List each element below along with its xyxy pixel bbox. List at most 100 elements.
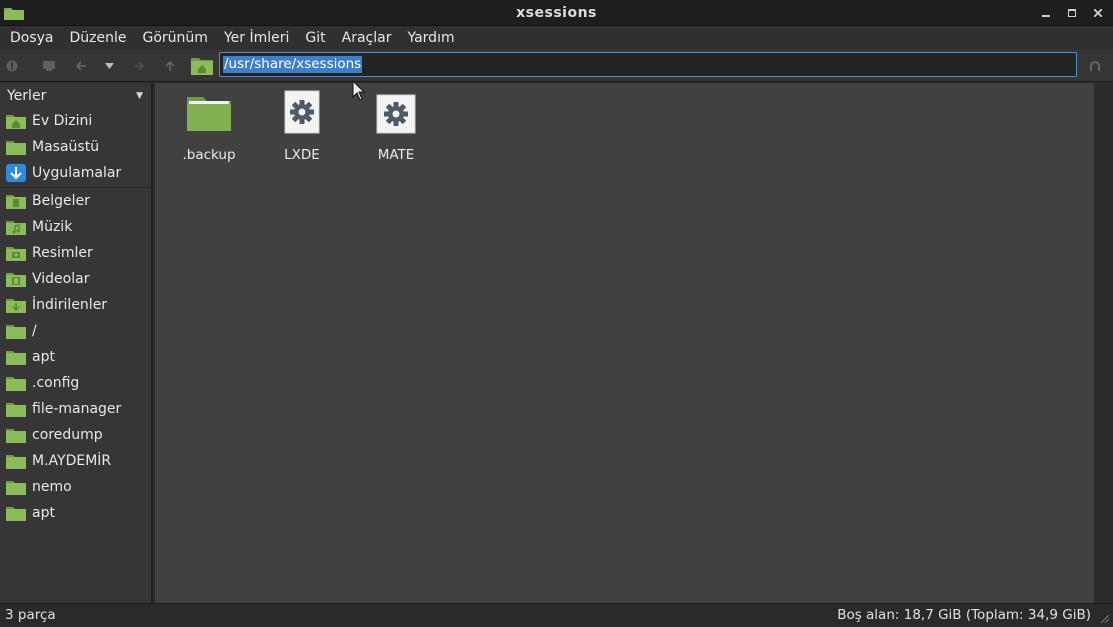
history-dropdown-button[interactable] — [100, 57, 118, 75]
sidebar-item-downloads[interactable]: İndirilenler — [0, 292, 151, 318]
sidebar-item-label: apt — [32, 349, 55, 365]
desktop-folder-icon — [6, 141, 26, 155]
folder-icon — [6, 377, 26, 391]
sidebar-places-dropdown[interactable]: Yerler ▼ — [0, 83, 151, 109]
sidebar-item-home[interactable]: Ev Dizini — [0, 108, 151, 134]
menu-duzenle[interactable]: Düzenle — [62, 26, 135, 50]
applications-icon — [6, 164, 26, 182]
sidebar-item-label: Videolar — [32, 271, 90, 287]
sidebar-item-applications[interactable]: Uygulamalar — [0, 160, 151, 186]
chevron-down-icon — [104, 63, 114, 69]
gear-file-icon — [376, 94, 416, 134]
resize-grip-icon[interactable] — [1100, 614, 1110, 624]
folder-icon — [187, 97, 231, 131]
stop-button[interactable] — [3, 57, 21, 75]
file-label: MATE — [377, 147, 415, 163]
sidebar-item-label: İndirilenler — [32, 297, 108, 313]
videos-folder-icon — [6, 273, 26, 287]
sidebar-item-pictures[interactable]: Resimler — [0, 240, 151, 266]
sidebar-item-coredump[interactable]: coredump — [0, 422, 151, 448]
sidebar-item-documents[interactable]: Belgeler — [0, 188, 151, 214]
menu-yardim[interactable]: Yardım — [399, 26, 462, 50]
computer-button[interactable] — [40, 57, 58, 75]
forward-button[interactable] — [130, 57, 148, 75]
arrow-up-icon — [165, 60, 175, 71]
folder-icon — [6, 351, 26, 365]
sidebar-item-config[interactable]: .config — [0, 370, 151, 396]
title-bar: xsessions — [0, 0, 1113, 26]
up-button[interactable] — [161, 57, 179, 75]
menu-araclar[interactable]: Araçlar — [334, 26, 400, 50]
pictures-folder-icon — [6, 247, 26, 261]
sidebar-item-label: nemo — [32, 479, 72, 495]
folder-icon — [6, 481, 26, 495]
sidebar-item-label: / — [32, 323, 37, 339]
sidebar-item-label: Resimler — [32, 245, 93, 261]
home-folder-icon — [6, 115, 26, 129]
home-folder-icon — [191, 58, 213, 75]
sidebar-item-label: Uygulamalar — [32, 165, 122, 181]
item-count: 3 parça — [5, 607, 56, 623]
toggle-path-button[interactable] — [1086, 57, 1104, 75]
mouse-cursor-icon — [352, 80, 366, 101]
file-label: .backup — [182, 147, 236, 163]
location-text: /usr/share/xsessions — [223, 56, 363, 73]
documents-folder-icon — [6, 195, 26, 209]
arrow-left-icon — [75, 61, 86, 71]
sidebar: Yerler ▼ Ev Dizini Masaüstü Uygulamalar … — [0, 83, 153, 603]
arrow-right-icon — [134, 61, 145, 71]
vertical-scrollbar[interactable] — [1094, 83, 1113, 603]
sidebar-item-label: Ev Dizini — [32, 113, 93, 129]
file-item-backup[interactable]: .backup — [164, 91, 254, 171]
window-title: xsessions — [516, 5, 597, 21]
close-icon — [1094, 9, 1102, 17]
sidebar-item-music[interactable]: Müzik — [0, 214, 151, 240]
back-button[interactable] — [72, 57, 90, 75]
sidebar-item-label: Masaüstü — [32, 139, 100, 155]
sidebar-item-label: file-manager — [32, 401, 122, 417]
folder-icon — [6, 325, 26, 339]
gear-file-icon — [284, 90, 320, 134]
sidebar-item-label: apt — [32, 505, 55, 521]
menu-git[interactable]: Git — [297, 26, 333, 50]
maximize-button[interactable] — [1063, 5, 1081, 21]
menu-gorunum[interactable]: Görünüm — [135, 26, 216, 50]
menu-yer-imleri[interactable]: Yer İmleri — [216, 26, 297, 50]
computer-icon — [43, 61, 55, 71]
sidebar-header-label: Yerler — [7, 88, 47, 104]
sidebar-item-nemo[interactable]: nemo — [0, 474, 151, 500]
file-item-mate[interactable]: MATE — [351, 91, 441, 171]
sidebar-item-apt-2[interactable]: apt — [0, 500, 151, 526]
sidebar-item-label: Müzik — [32, 219, 73, 235]
stop-icon — [6, 60, 18, 72]
magnet-icon — [1090, 61, 1100, 71]
menu-bar: Dosya Düzenle Görünüm Yer İmleri Git Ara… — [0, 26, 1113, 50]
sidebar-item-apt[interactable]: apt — [0, 344, 151, 370]
chevron-down-icon: ▼ — [136, 91, 143, 101]
sidebar-item-file-manager[interactable]: file-manager — [0, 396, 151, 422]
minimize-button[interactable] — [1037, 5, 1055, 21]
folder-icon — [6, 403, 26, 417]
sidebar-item-label: M.AYDEMİR — [32, 453, 112, 469]
sidebar-item-label: coredump — [32, 427, 103, 443]
folder-icon — [6, 455, 26, 469]
free-space: Boş alan: 18,7 GiB (Toplam: 34,9 GiB) — [837, 607, 1091, 623]
file-label: LXDE — [284, 147, 320, 163]
folder-icon — [6, 429, 26, 443]
file-item-lxde[interactable]: LXDE — [257, 90, 347, 171]
sidebar-item-label: Belgeler — [32, 193, 90, 209]
status-bar: 3 parça Boş alan: 18,7 GiB (Toplam: 34,9… — [0, 603, 1113, 627]
sidebar-item-desktop[interactable]: Masaüstü — [0, 134, 151, 160]
maximize-icon — [1068, 9, 1076, 17]
downloads-folder-icon — [6, 299, 26, 313]
close-button[interactable] — [1089, 5, 1107, 21]
menu-dosya[interactable]: Dosya — [2, 26, 62, 50]
sidebar-item-videos[interactable]: Videolar — [0, 266, 151, 292]
location-input[interactable]: /usr/share/xsessions — [219, 52, 1077, 77]
sidebar-item-maydemir[interactable]: M.AYDEMİR — [0, 448, 151, 474]
music-folder-icon — [6, 221, 26, 235]
folder-icon — [6, 507, 26, 521]
file-view[interactable]: .backup LXDE MATE — [155, 83, 1094, 603]
sidebar-item-root[interactable]: / — [0, 318, 151, 344]
sidebar-item-label: .config — [32, 375, 80, 391]
